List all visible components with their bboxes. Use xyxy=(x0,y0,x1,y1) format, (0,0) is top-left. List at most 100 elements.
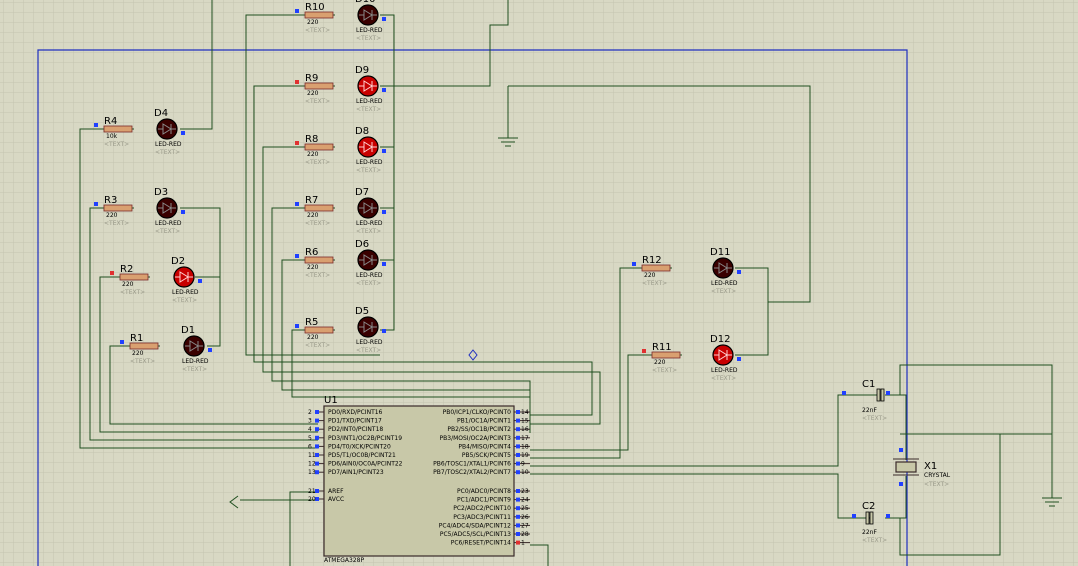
pin-marker xyxy=(632,262,636,266)
led-text: <TEXT> xyxy=(711,288,736,295)
led-text: <TEXT> xyxy=(356,35,381,42)
led-type: LED-RED xyxy=(172,289,199,296)
pin-marker xyxy=(516,523,520,528)
led-text: <TEXT> xyxy=(172,297,197,304)
led-type: LED-RED xyxy=(356,339,383,346)
pin-marker xyxy=(852,514,856,518)
c1-ref: C1 xyxy=(862,379,875,390)
mcu-pin-number: 9 xyxy=(521,461,525,468)
led-ref: D12 xyxy=(710,334,730,345)
led-type: LED-RED xyxy=(711,280,738,287)
pin-marker xyxy=(516,489,520,493)
led-ref: D9 xyxy=(355,65,369,76)
c2-value: 22nF xyxy=(862,529,877,536)
mcu-pin-label: PB3/MOSI/OC2A/PCINT3 xyxy=(440,435,512,442)
pin-marker xyxy=(516,427,520,432)
mcu-pin-label: PD4/T0/XCK/PCINT20 xyxy=(328,443,391,450)
mcu-ref: U1 xyxy=(324,395,338,406)
schematic-canvas[interactable]: R10220<TEXT>R9220<TEXT>R8220<TEXT>R7220<… xyxy=(0,0,1078,566)
mcu-pin-label: PC2/ADC2/PCINT10 xyxy=(453,505,511,512)
mcu-pin-label: PB7/TOSC2/XTAL2/PCINT7 xyxy=(433,469,511,476)
resistor-value: 220 xyxy=(132,350,144,357)
pin-marker xyxy=(315,418,319,423)
pin-marker xyxy=(295,254,299,258)
mcu-pin-label: AREF xyxy=(328,488,344,495)
led-type: LED-RED xyxy=(155,141,182,148)
resistor-value: 220 xyxy=(122,281,134,288)
resistor-ref: R7 xyxy=(305,195,318,206)
pin-marker xyxy=(842,391,846,395)
resistor-text: <TEXT> xyxy=(120,289,145,296)
mcu-u1[interactable]: U1 ATMEGA328P 2 PD0/RXD/PCINT16 3 PD1/TXD/P… xyxy=(308,395,530,564)
mcu-pin-label: PB1/OC1A/PCINT1 xyxy=(457,418,511,425)
mcu-pin-label: PD3/INT1/OC2B/PCINT19 xyxy=(328,435,402,442)
resistor-value: 220 xyxy=(307,212,319,219)
resistor-value: 220 xyxy=(307,19,319,26)
mcu-pin-number: 25 xyxy=(521,505,529,512)
led-text: <TEXT> xyxy=(155,228,180,235)
led-text: <TEXT> xyxy=(711,375,736,382)
pin-marker xyxy=(295,9,299,13)
led-text: <TEXT> xyxy=(182,366,207,373)
resistor-ref: R8 xyxy=(305,134,318,145)
c2-ref: C2 xyxy=(862,501,875,512)
mcu-pin-number: 28 xyxy=(521,531,529,538)
pin-marker xyxy=(886,391,890,395)
resistor-text: <TEXT> xyxy=(305,27,330,34)
led-ref: D4 xyxy=(154,108,168,119)
pin-marker xyxy=(181,131,185,135)
led-type: LED-RED xyxy=(356,272,383,279)
resistor-ref: R12 xyxy=(642,255,662,266)
mcu-pin-label: PB5/SCK/PCINT5 xyxy=(462,452,511,459)
mcu-pin-number: 24 xyxy=(521,497,529,504)
mcu-pin-label: PD0/RXD/PCINT16 xyxy=(328,409,383,416)
pin-marker xyxy=(110,271,114,275)
mcu-pin-number: 17 xyxy=(521,435,529,442)
pin-marker xyxy=(382,329,386,333)
pin-marker xyxy=(899,448,903,452)
pin-marker xyxy=(295,80,299,84)
pin-marker xyxy=(315,435,319,440)
resistor-value: 220 xyxy=(644,272,656,279)
x1-text: <TEXT> xyxy=(924,481,949,488)
mcu-pin-number: 11 xyxy=(308,452,316,459)
mcu-part: ATMEGA328P xyxy=(324,557,364,564)
led-type: LED-RED xyxy=(155,220,182,227)
pin-marker xyxy=(899,482,903,486)
led-ref: D10 xyxy=(355,0,375,5)
mcu-pin-label: PD7/AIN1/PCINT23 xyxy=(328,469,384,476)
mcu-pin-label: PB4/MISO/PCINT4 xyxy=(458,443,511,450)
mcu-pin-label: PC4/ADC4/SDA/PCINT12 xyxy=(439,522,511,529)
pin-marker xyxy=(315,427,319,432)
grid-background xyxy=(0,0,1078,566)
mcu-pin-number: 1 xyxy=(521,540,525,547)
led-type: LED-RED xyxy=(356,220,383,227)
resistor-ref: R11 xyxy=(652,342,672,353)
mcu-pin-label: PC0/ADC0/PCINT8 xyxy=(457,488,511,495)
mcu-pin-label: PD2/INT0/PCINT18 xyxy=(328,426,383,433)
resistor-ref: R9 xyxy=(305,73,318,84)
mcu-pin-label: PB6/TOSC1/XTAL1/PCINT6 xyxy=(433,461,511,468)
pin-marker xyxy=(516,444,520,449)
mcu-pin-number: 23 xyxy=(521,488,529,495)
resistor-text: <TEXT> xyxy=(104,220,129,227)
led-text: <TEXT> xyxy=(155,149,180,156)
pin-marker xyxy=(382,262,386,266)
pin-marker xyxy=(315,444,319,449)
led-type: LED-RED xyxy=(182,358,209,365)
resistor-text: <TEXT> xyxy=(130,358,155,365)
led-ref: D11 xyxy=(710,247,730,258)
mcu-pin-number: 16 xyxy=(521,426,529,433)
mcu-pin-number: 26 xyxy=(521,514,529,521)
mcu-pin-number: 5 xyxy=(308,435,312,442)
pin-marker xyxy=(198,279,202,283)
led-type: LED-RED xyxy=(356,159,383,166)
resistor-ref: R1 xyxy=(130,333,143,344)
pin-marker xyxy=(382,88,386,92)
pin-marker xyxy=(516,540,520,545)
pin-marker xyxy=(737,357,741,361)
c1-value: 22nF xyxy=(862,407,877,414)
led-ref: D3 xyxy=(154,187,168,198)
led-text: <TEXT> xyxy=(356,167,381,174)
pin-marker xyxy=(886,514,890,518)
